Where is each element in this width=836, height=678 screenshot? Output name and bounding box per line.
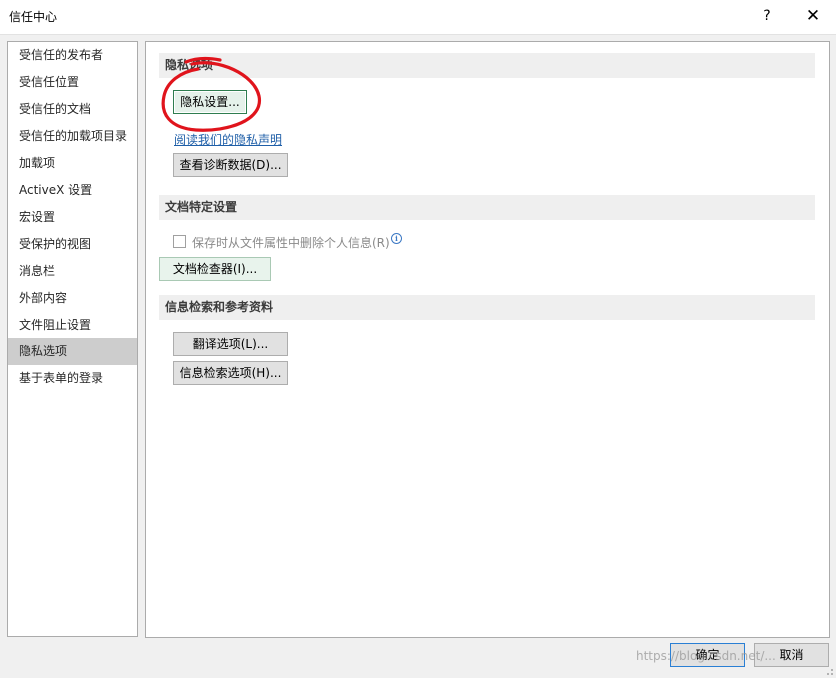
sidebar-item-macro-settings[interactable]: 宏设置 <box>8 204 137 231</box>
remove-personal-info-label: 保存时从文件属性中删除个人信息(R) <box>192 236 390 250</box>
document-settings-section-header: 文档特定设置 <box>159 195 815 220</box>
view-diagnostic-data-button[interactable]: 查看诊断数据(D)... <box>173 153 288 177</box>
content-panel: 隐私选项 隐私设置... 阅读我们的隐私声明 查看诊断数据(D)... 文档特定… <box>145 41 830 638</box>
sidebar-item-file-block[interactable]: 文件阻止设置 <box>8 312 137 339</box>
research-options-button[interactable]: 信息检索选项(H)... <box>173 361 288 385</box>
sidebar-item-trusted-addin-catalogs[interactable]: 受信任的加载项目录 <box>8 123 137 150</box>
watermark: https://blog.csdn.net/... <box>636 649 776 663</box>
sidebar-item-external-content[interactable]: 外部内容 <box>8 285 137 312</box>
info-icon: i <box>391 233 402 244</box>
sidebar-item-trusted-publishers[interactable]: 受信任的发布者 <box>8 42 137 69</box>
read-privacy-statement-link[interactable]: 阅读我们的隐私声明 <box>174 131 282 148</box>
remove-personal-info-checkbox[interactable] <box>173 235 186 248</box>
research-section-header: 信息检索和参考资料 <box>159 295 815 320</box>
sidebar-item-activex[interactable]: ActiveX 设置 <box>8 177 137 204</box>
window-title: 信任中心 <box>9 10 58 24</box>
resize-grip-icon[interactable] <box>824 666 834 676</box>
document-inspector-button[interactable]: 文档检查器(I)... <box>159 257 271 281</box>
sidebar-item-form-based-signin[interactable]: 基于表单的登录 <box>8 365 137 392</box>
sidebar-item-addins[interactable]: 加载项 <box>8 150 137 177</box>
title-bar: 信任中心 ? ✕ <box>0 0 836 35</box>
sidebar-item-trusted-locations[interactable]: 受信任位置 <box>8 69 137 96</box>
sidebar-item-message-bar[interactable]: 消息栏 <box>8 258 137 285</box>
close-button[interactable]: ✕ <box>798 4 828 28</box>
sidebar-nav: 受信任的发布者 受信任位置 受信任的文档 受信任的加载项目录 加载项 Activ… <box>7 41 138 637</box>
red-circle-annotation <box>161 56 261 132</box>
sidebar-item-trusted-documents[interactable]: 受信任的文档 <box>8 96 137 123</box>
sidebar-item-privacy-options[interactable]: 隐私选项 <box>8 338 137 365</box>
help-button[interactable]: ? <box>752 4 782 28</box>
sidebar-item-protected-view[interactable]: 受保护的视图 <box>8 231 137 258</box>
translation-options-button[interactable]: 翻译选项(L)... <box>173 332 288 356</box>
